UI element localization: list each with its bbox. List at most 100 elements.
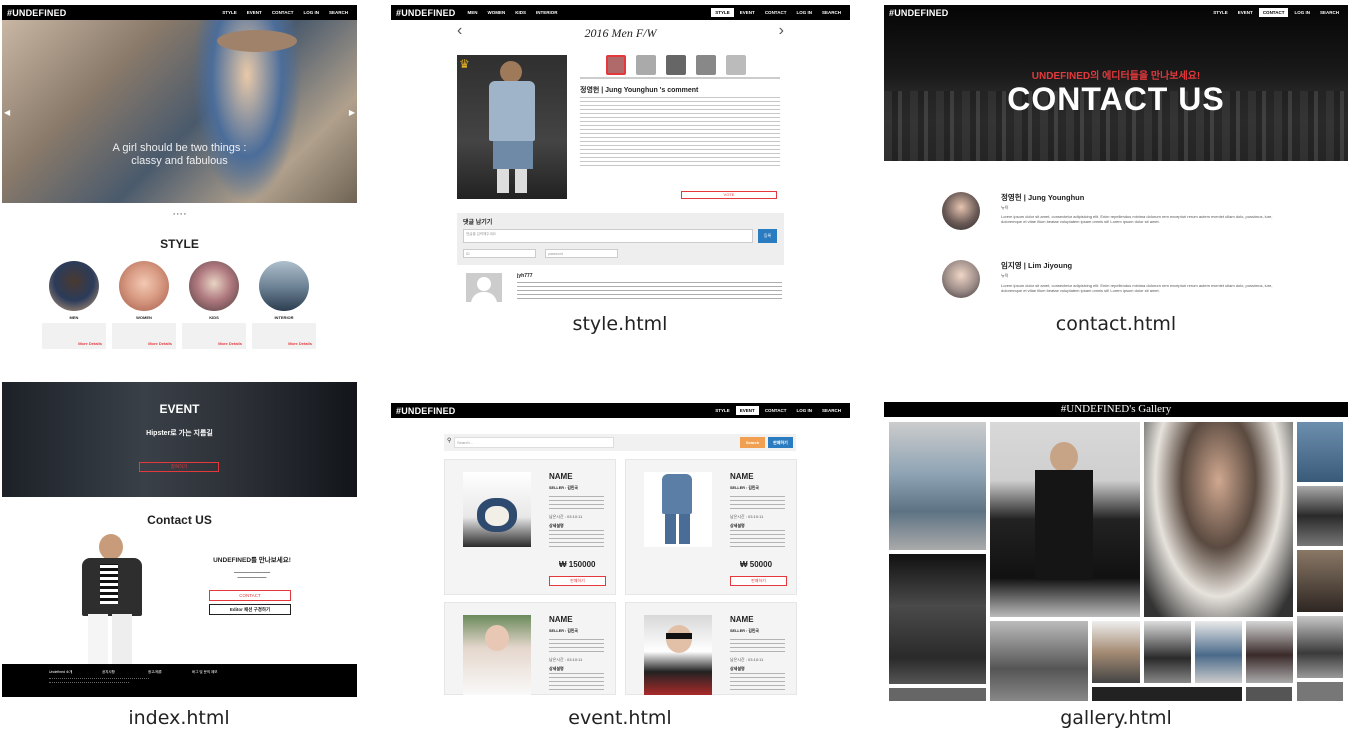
style-section-title: STYLE — [160, 237, 199, 251]
gallery-photo-1[interactable] — [889, 422, 986, 550]
gallery-photo-17[interactable] — [1297, 682, 1343, 701]
footer-ads[interactable]: 광고/제휴 — [148, 670, 162, 675]
nav-event[interactable]: EVENT — [243, 8, 266, 17]
carousel-dots[interactable]: ● ● ● ● — [2, 211, 357, 216]
comment-text — [517, 282, 782, 302]
gallery-photo-14[interactable] — [889, 688, 986, 701]
nav-contact[interactable]: CONTACT — [268, 8, 298, 17]
gallery-photo-6[interactable] — [1297, 486, 1343, 546]
gallery-photo-9[interactable] — [990, 621, 1088, 701]
gallery-photo-8[interactable] — [1297, 616, 1343, 678]
editor-thumb-2[interactable] — [636, 55, 656, 75]
nav-kids[interactable]: KIDS — [511, 8, 530, 17]
nav-search[interactable]: SEARCH — [1316, 8, 1343, 17]
nav-contact-active[interactable]: CONTACT — [1258, 8, 1289, 17]
kids-more-link[interactable]: More Details — [218, 341, 242, 346]
event-join-button[interactable]: 참여하기 — [139, 462, 219, 472]
gallery-photo-12[interactable] — [1195, 621, 1242, 683]
gallery-photo-4[interactable] — [1144, 422, 1293, 617]
product-time-1: 남은시간 : 03:10:11 — [549, 514, 583, 519]
nav-search[interactable]: SEARCH — [325, 8, 352, 17]
id-input[interactable]: ID — [463, 249, 536, 258]
nav-search[interactable]: SEARCH — [818, 8, 845, 17]
editor-thumb-4[interactable] — [696, 55, 716, 75]
footer-notice[interactable]: 공지사항 — [102, 670, 115, 675]
contact-navbar: #UNDEFINED STYLE EVENT CONTACT LOG IN SE… — [884, 5, 1348, 20]
brand-logo[interactable]: #UNDEFINED — [7, 8, 67, 18]
nav-login[interactable]: LOG IN — [1290, 8, 1314, 17]
nav-login[interactable]: LOG IN — [792, 8, 816, 17]
gallery-photo-3[interactable] — [990, 422, 1140, 617]
gallery-photo-5[interactable] — [1297, 422, 1343, 482]
product-card-1[interactable]: NAME SELLER : 김민국 남은시간 : 03:10:11 상세설명 ₩… — [444, 459, 616, 595]
product-buy-button-2[interactable]: 판매하기 — [730, 576, 787, 586]
product-desc-label-1: 상세설명 — [549, 523, 564, 528]
contact-button[interactable]: CONTACT — [209, 590, 291, 601]
product-image-4 — [644, 615, 712, 695]
crown-icon: ♛ — [459, 57, 470, 71]
nav-style[interactable]: STYLE — [1209, 8, 1232, 17]
style-brand-logo[interactable]: #UNDEFINED — [396, 8, 456, 18]
product-desc-label-2: 상세설명 — [730, 523, 745, 528]
gallery-photo-11[interactable] — [1144, 621, 1191, 683]
next-season-arrow[interactable]: › — [779, 22, 784, 40]
product-card-3[interactable]: NAME SELLER : 김민국 남은시간 : 03:10:11 상세설명 — [444, 602, 616, 695]
hero-next-arrow[interactable]: ▶ — [349, 108, 355, 117]
gallery-photo-16[interactable] — [1246, 687, 1292, 701]
gallery-photo-15[interactable] — [1092, 687, 1242, 701]
style-left-menu: MEN WOMEN KIDS INTERIOR — [464, 8, 562, 17]
contact-brand-logo[interactable]: #UNDEFINED — [889, 8, 949, 18]
password-input[interactable]: password — [545, 249, 618, 258]
nav-login[interactable]: LOG IN — [299, 8, 323, 17]
women-more-link[interactable]: More Details — [148, 341, 172, 346]
hero-prev-arrow[interactable]: ◀ — [4, 108, 10, 117]
nav-interior[interactable]: INTERIOR — [532, 8, 562, 17]
nav-event-active[interactable]: EVENT — [735, 406, 759, 415]
gallery-photo-10[interactable] — [1092, 621, 1140, 683]
register-button[interactable]: 판매하기 — [768, 437, 793, 448]
nav-style[interactable]: STYLE — [218, 8, 241, 17]
nav-women[interactable]: WOMEN — [484, 8, 510, 17]
category-card-interior[interactable]: INTERIOR More Details — [252, 261, 316, 349]
gallery-photo-7[interactable] — [1297, 550, 1343, 612]
category-card-kids[interactable]: KIDS More Details — [182, 261, 246, 349]
index-footer: Undefined 소개 공지사항 광고/제휴 버그 및 문의 제보 — [2, 664, 357, 697]
event-brand-logo[interactable]: #UNDEFINED — [396, 406, 456, 416]
nav-search[interactable]: SEARCH — [818, 406, 845, 415]
nav-style[interactable]: STYLE — [711, 406, 734, 415]
gallery-photo-13[interactable] — [1246, 621, 1293, 683]
commenter-name: jyh777 — [517, 273, 533, 279]
editor-thumb-1[interactable] — [606, 55, 626, 75]
vote-button[interactable]: VOTE — [681, 191, 777, 199]
search-button[interactable]: Search — [740, 437, 765, 448]
nav-login[interactable]: LOG IN — [792, 406, 816, 415]
category-card-men[interactable]: MEN More Details — [42, 261, 106, 349]
nav-contact[interactable]: CONTACT — [761, 8, 791, 17]
event-search-bar: ⚲ Search... Search 판매하기 — [444, 434, 796, 451]
nav-contact[interactable]: CONTACT — [761, 406, 791, 415]
nav-event[interactable]: EVENT — [736, 8, 759, 17]
footer-about[interactable]: Undefined 소개 — [49, 670, 72, 675]
editor-button[interactable]: Editor 패션 구경하기 — [209, 604, 291, 615]
gallery-photo-2[interactable] — [889, 554, 986, 684]
product-buy-button-1[interactable]: 판매하기 — [549, 576, 606, 586]
editor-thumb-3[interactable] — [666, 55, 686, 75]
nav-style-active[interactable]: STYLE — [711, 8, 734, 17]
comment-input[interactable]: 댓글을 입력해주세요 — [463, 229, 753, 243]
category-card-women[interactable]: WOMEN More Details — [112, 261, 176, 349]
editor-thumb-5[interactable] — [726, 55, 746, 75]
contact-heading: UNDEFINED를 만나보세요! — [213, 557, 291, 564]
search-input[interactable]: Search... — [454, 437, 614, 448]
comment-submit-button[interactable]: 등록 — [758, 229, 777, 243]
men-more-link[interactable]: More Details — [78, 341, 102, 346]
nav-event[interactable]: EVENT — [1234, 8, 1257, 17]
search-icon: ⚲ — [447, 438, 452, 444]
footer-bug[interactable]: 버그 및 문의 제보 — [192, 670, 217, 675]
interior-more-link[interactable]: More Details — [288, 341, 312, 346]
interior-avatar — [259, 261, 309, 311]
product-card-4[interactable]: NAME SELLER : 김민국 남은시간 : 03:10:11 상세설명 — [625, 602, 797, 695]
nav-men[interactable]: MEN — [464, 8, 482, 17]
editor-2-bio: Lorem ipsum dolor sit amet, consectetur … — [1001, 283, 1273, 293]
product-card-2[interactable]: NAME SELLER : 김민국 남은시간 : 03:10:11 상세설명 ₩… — [625, 459, 797, 595]
event-banner: EVENT Hipster로 가는 지름길 참여하기 — [2, 382, 357, 497]
